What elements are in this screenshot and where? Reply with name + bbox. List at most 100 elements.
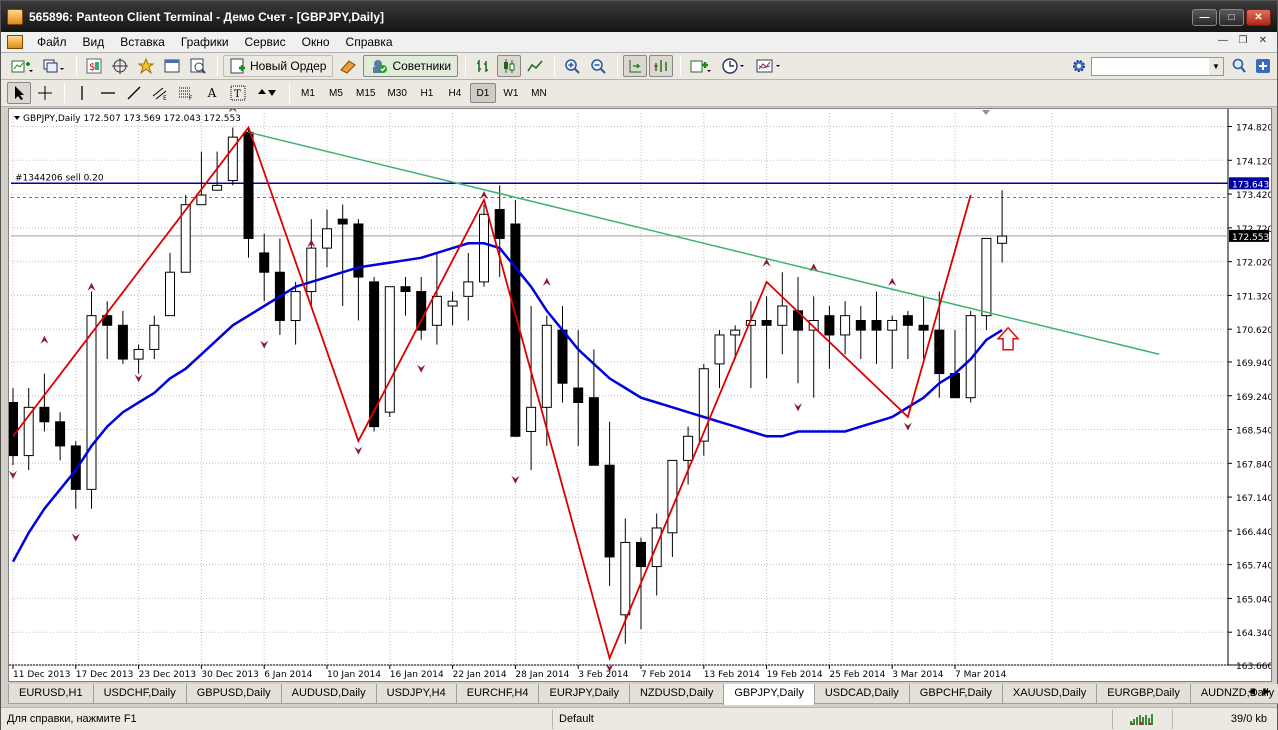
zoom-out-icon xyxy=(591,59,606,74)
new-chart-button[interactable] xyxy=(7,55,37,77)
date-tick-label: 3 Feb 2014 xyxy=(578,670,629,680)
market-watch-button[interactable]: $ xyxy=(82,55,106,77)
candle-bear xyxy=(70,445,81,490)
timeframe-mn-button[interactable]: MN xyxy=(526,83,552,103)
symbol-tab[interactable]: GBPCHF,Daily xyxy=(908,684,1003,704)
menu-file[interactable]: Файл xyxy=(29,32,75,52)
candlestick-chart-button[interactable] xyxy=(497,55,522,77)
text-label-icon: T xyxy=(230,85,246,101)
profiles-button[interactable] xyxy=(39,55,69,77)
child-minimize-icon[interactable]: — xyxy=(1215,34,1231,49)
new-order-button[interactable]: Новый Ордер xyxy=(223,55,334,77)
price-tick-label: 165.740 xyxy=(1236,562,1271,572)
symbol-tab[interactable]: GBPJPY,Daily xyxy=(723,684,815,705)
trendline-button[interactable] xyxy=(122,82,146,104)
periods-button[interactable] xyxy=(718,55,750,77)
order-price-tag: 173.643 xyxy=(1232,180,1269,190)
arrows-icon xyxy=(258,89,276,96)
zoom-in-button[interactable] xyxy=(560,55,584,77)
data-window-button[interactable] xyxy=(108,55,132,77)
chart-shift-marker-icon[interactable] xyxy=(982,110,990,115)
line-chart-button[interactable] xyxy=(523,55,547,77)
menu-window[interactable]: Окно xyxy=(294,32,338,52)
search-input[interactable]: ▼ xyxy=(1091,57,1224,76)
symbol-tab[interactable]: NZDUSD,Daily xyxy=(628,684,725,704)
symbol-tab[interactable]: XAUUSD,Daily xyxy=(1001,684,1098,704)
symbol-tab[interactable]: USDCAD,Daily xyxy=(813,684,910,704)
maximize-button[interactable]: □ xyxy=(1219,9,1244,26)
terminal-button[interactable] xyxy=(160,55,184,77)
candle-bear xyxy=(604,464,615,558)
horizontal-line-button[interactable] xyxy=(96,82,120,104)
timeframe-d1-button[interactable]: D1 xyxy=(469,83,496,103)
close-button[interactable]: ✕ xyxy=(1246,9,1271,26)
fractal-down-icon xyxy=(354,446,363,455)
candlestick-chart-icon xyxy=(504,59,515,73)
search-dropdown-icon[interactable]: ▼ xyxy=(1209,58,1223,75)
child-close-icon[interactable]: ✕ xyxy=(1255,34,1271,49)
search-button[interactable] xyxy=(1227,55,1251,77)
expert-advisors-button[interactable]: Советники xyxy=(363,55,459,77)
navigator-button[interactable] xyxy=(134,55,158,77)
symbol-tab[interactable]: EURGBP,Daily xyxy=(1096,684,1191,704)
timeframe-m5-button[interactable]: M5 xyxy=(323,83,349,103)
date-tick-label: 19 Feb 2014 xyxy=(767,670,823,680)
tab-scroll-left-icon[interactable]: ◀ xyxy=(1248,686,1255,697)
menu-help[interactable]: Справка xyxy=(338,32,401,52)
chart-shift-button[interactable] xyxy=(649,55,674,77)
expert-advisors-icon xyxy=(373,60,388,73)
metaeditor-button[interactable] xyxy=(335,55,361,77)
menu-tools[interactable]: Сервис xyxy=(237,32,294,52)
status-profile: Default xyxy=(553,709,1113,729)
title-bar[interactable]: 565896: Panteon Client Terminal - Демо С… xyxy=(1,1,1277,32)
candle-bull xyxy=(981,237,992,317)
clock-icon xyxy=(722,58,745,74)
vertical-line-button[interactable] xyxy=(70,82,94,104)
text-label-button[interactable]: T xyxy=(226,82,250,104)
candle-bull xyxy=(212,184,223,191)
timeframe-m15-button[interactable]: M15 xyxy=(351,83,380,103)
menu-charts[interactable]: Графики xyxy=(173,32,237,52)
child-restore-icon[interactable]: ❐ xyxy=(1235,34,1251,49)
crosshair-tool-button[interactable] xyxy=(33,82,57,104)
community-button[interactable] xyxy=(1251,55,1275,77)
arrows-button[interactable] xyxy=(252,82,282,104)
trendline-icon xyxy=(127,86,141,100)
auto-scroll-button[interactable] xyxy=(623,55,648,77)
symbol-tab[interactable]: EURCHF,H4 xyxy=(455,684,540,704)
templates-button[interactable] xyxy=(752,55,786,77)
cursor-tool-button[interactable] xyxy=(7,82,31,104)
menu-view[interactable]: Вид xyxy=(75,32,113,52)
symbol-tab[interactable]: AUDUSD,Daily xyxy=(280,684,377,704)
candle-bull xyxy=(165,271,175,317)
fractal-down-icon xyxy=(71,533,80,542)
chart-window[interactable]: 174.820 174.120 173.420 172.720 172.020 171.3… xyxy=(8,108,1272,682)
minimize-button[interactable]: — xyxy=(1192,9,1217,26)
settings-gear-button[interactable] xyxy=(1067,55,1091,77)
candle-bear xyxy=(510,223,521,437)
equidistant-channel-button[interactable]: E xyxy=(148,82,172,104)
symbol-tab[interactable]: USDCHF,Daily xyxy=(92,684,187,704)
indicators-button[interactable] xyxy=(686,55,716,77)
fractal-up-icon xyxy=(542,277,551,286)
date-tick-label: 11 Dec 2013 xyxy=(13,670,71,680)
symbol-tab[interactable]: EURUSD,H1 xyxy=(8,684,94,704)
price-chart[interactable]: 174.820174.120173.420172.720172.020171.3… xyxy=(9,109,1271,681)
tester-button[interactable] xyxy=(186,55,210,77)
fibonacci-button[interactable]: F xyxy=(174,82,198,104)
menu-insert[interactable]: Вставка xyxy=(112,32,173,52)
chart-window-icon[interactable] xyxy=(7,35,23,49)
text-tool-button[interactable]: A xyxy=(200,82,224,104)
bar-chart-button[interactable] xyxy=(471,55,495,77)
timeframe-h1-button[interactable]: H1 xyxy=(414,83,440,103)
symbol-tab[interactable]: USDJPY,H4 xyxy=(375,684,457,704)
timeframe-h4-button[interactable]: H4 xyxy=(442,83,468,103)
vertical-line-icon xyxy=(81,86,83,100)
timeframe-m30-button[interactable]: M30 xyxy=(382,83,411,103)
symbol-tab[interactable]: EURJPY,Daily xyxy=(538,684,630,704)
timeframe-m1-button[interactable]: M1 xyxy=(295,83,321,103)
symbol-tab[interactable]: GBPUSD,Daily xyxy=(185,684,282,704)
zoom-out-button[interactable] xyxy=(586,55,610,77)
timeframe-w1-button[interactable]: W1 xyxy=(498,83,524,103)
tab-scroll-right-icon[interactable]: ▶ xyxy=(1263,686,1270,697)
